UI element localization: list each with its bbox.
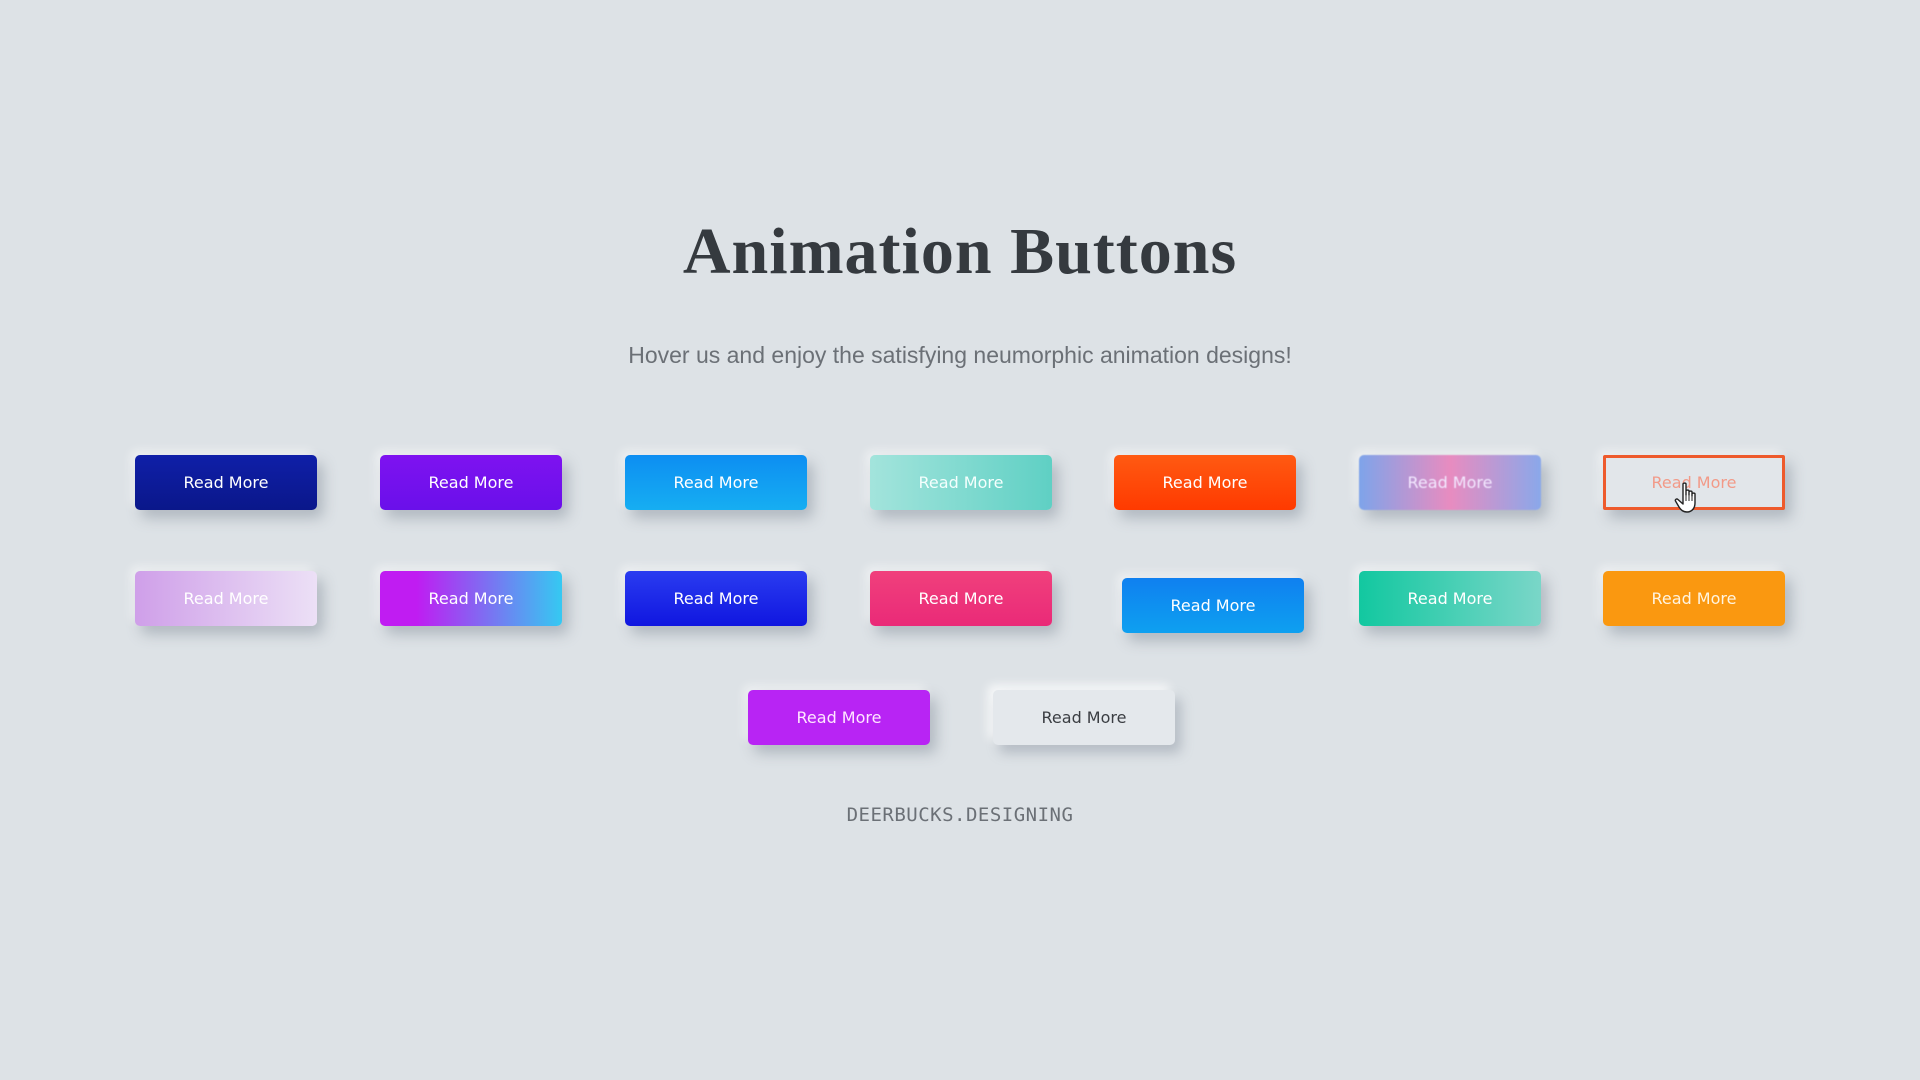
read-more-button-mint[interactable]: Read More	[870, 455, 1052, 510]
button-label: Read More	[1041, 708, 1127, 727]
read-more-button-sky-blue[interactable]: Read More	[625, 455, 807, 510]
button-label: Read More	[428, 589, 514, 608]
read-more-button-magenta-cyan[interactable]: Read More	[380, 571, 562, 626]
read-more-button-red-orange[interactable]: Read More	[1114, 455, 1296, 510]
read-more-button-violet[interactable]: Read More	[380, 455, 562, 510]
read-more-button-blue-pink-blur[interactable]: Read More	[1359, 455, 1541, 510]
read-more-button-royal-blue[interactable]: Read More	[625, 571, 807, 626]
read-more-button-navy[interactable]: Read More	[135, 455, 317, 510]
button-label: Read More	[428, 473, 514, 492]
button-label: Read More	[183, 473, 269, 492]
button-label: Read More	[673, 589, 759, 608]
read-more-button-neumorphic-light[interactable]: Read More	[993, 690, 1175, 745]
read-more-button-purple[interactable]: Read More	[748, 690, 930, 745]
page-subtitle: Hover us and enjoy the satisfying neumor…	[628, 342, 1292, 368]
read-more-button-pink[interactable]: Read More	[870, 571, 1052, 626]
button-label: Read More	[1651, 473, 1737, 492]
button-label: Read More	[1407, 473, 1493, 492]
button-label: Read More	[1162, 473, 1248, 492]
button-label: Read More	[1170, 596, 1256, 615]
read-more-button-blue-shifted[interactable]: Read More	[1122, 578, 1304, 633]
button-label: Read More	[796, 708, 882, 727]
button-label: Read More	[918, 473, 1004, 492]
read-more-button-amber[interactable]: Read More	[1603, 571, 1785, 626]
button-label: Read More	[1651, 589, 1737, 608]
read-more-button-outline-orange[interactable]: Read More	[1603, 455, 1785, 510]
page-title: Animation Buttons	[682, 215, 1238, 288]
read-more-button-teal[interactable]: Read More	[1359, 571, 1541, 626]
button-label: Read More	[1407, 589, 1493, 608]
button-label: Read More	[183, 589, 269, 608]
button-label: Read More	[918, 589, 1004, 608]
button-label: Read More	[673, 473, 759, 492]
footer-credit: DEERBUCKS.DESIGNING	[846, 804, 1074, 826]
read-more-button-lilac[interactable]: Read More	[135, 571, 317, 626]
